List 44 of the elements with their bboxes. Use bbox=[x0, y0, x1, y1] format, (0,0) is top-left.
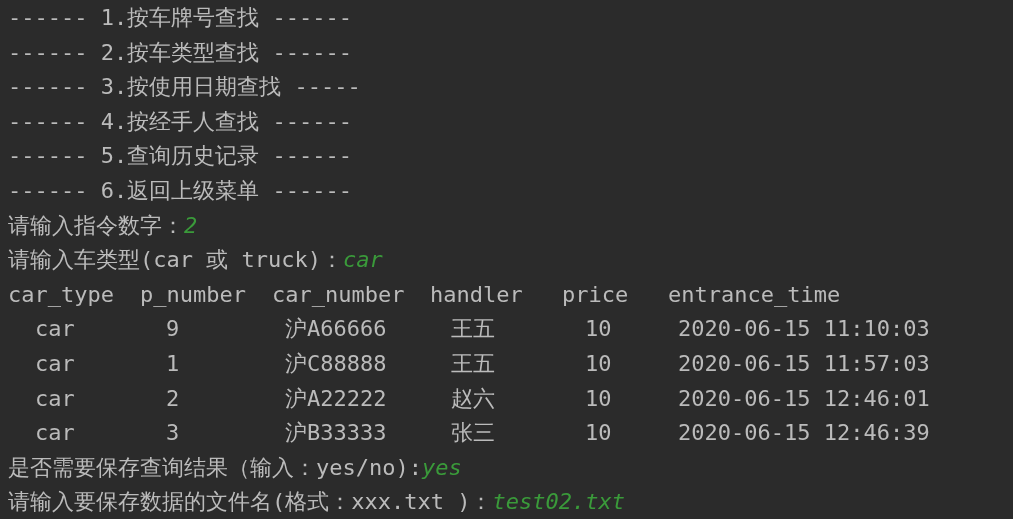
column-header: p_number bbox=[140, 280, 247, 309]
table-cell-text: 王五 bbox=[451, 315, 496, 344]
console-line: ------ 3.按使用日期查找 ----- bbox=[8, 73, 361, 102]
prompt-text: 请输入指令数字： bbox=[8, 211, 184, 240]
console-line: ------ 2.按车类型查找 ------ bbox=[8, 38, 352, 67]
prompt-text: 请输入车类型(car 或 truck)： bbox=[8, 246, 343, 275]
table-cell-text: 10 bbox=[585, 349, 613, 378]
typed-text: yes bbox=[421, 453, 462, 482]
console-line: ------ 5.查询历史记录 ------ bbox=[8, 142, 352, 171]
column-header: entrance_time bbox=[668, 280, 842, 309]
table-cell-text: 1 bbox=[166, 349, 181, 378]
column-header: car_type bbox=[8, 280, 115, 309]
table-cell-text: 赵六 bbox=[451, 384, 496, 413]
table-cell-text: 2020-06-15 11:10:03 bbox=[678, 315, 931, 344]
typed-text: 2 bbox=[184, 211, 198, 240]
table-cell-text: 王五 bbox=[451, 349, 496, 378]
table-cell-text: 沪B33333 bbox=[285, 419, 388, 448]
column-header: price bbox=[562, 280, 630, 309]
console-line: ------ 1.按车牌号查找 ------ bbox=[8, 4, 352, 32]
table-cell-text: car bbox=[35, 419, 76, 448]
console-line: ------ 4.按经手人查找 ------ bbox=[8, 107, 352, 136]
table-cell-text: 沪A66666 bbox=[285, 315, 388, 344]
table-cell-text: car bbox=[35, 315, 76, 344]
table-cell-text: car bbox=[35, 349, 76, 378]
prompt-text: 请输入要保存数据的文件名(格式：xxx.txt )： bbox=[8, 488, 493, 517]
table-cell-text: 2020-06-15 12:46:01 bbox=[678, 384, 931, 413]
typed-text: test02.txt bbox=[492, 488, 625, 517]
table-cell-text: 10 bbox=[585, 315, 613, 344]
table-cell-text: 10 bbox=[585, 384, 613, 413]
console-line: ------ 6.返回上级菜单 ------ bbox=[8, 176, 352, 205]
table-cell-text: 2020-06-15 12:46:39 bbox=[678, 419, 931, 448]
table-cell-text: 沪C88888 bbox=[285, 349, 388, 378]
column-header: handler bbox=[430, 280, 524, 309]
table-cell-text: 2 bbox=[166, 384, 181, 413]
table-cell-text: 2020-06-15 11:57:03 bbox=[678, 349, 931, 378]
typed-text: car bbox=[342, 246, 383, 275]
column-header: car_number bbox=[272, 280, 406, 309]
table-cell-text: 3 bbox=[166, 419, 181, 448]
table-cell-text: 10 bbox=[585, 419, 613, 448]
table-cell-text: car bbox=[35, 384, 76, 413]
table-cell-text: 沪A22222 bbox=[285, 384, 388, 413]
table-cell-text: 9 bbox=[166, 315, 181, 344]
prompt-text: 是否需要保存查询结果（输入：yes/no): bbox=[8, 453, 422, 482]
table-cell-text: 张三 bbox=[451, 419, 496, 448]
